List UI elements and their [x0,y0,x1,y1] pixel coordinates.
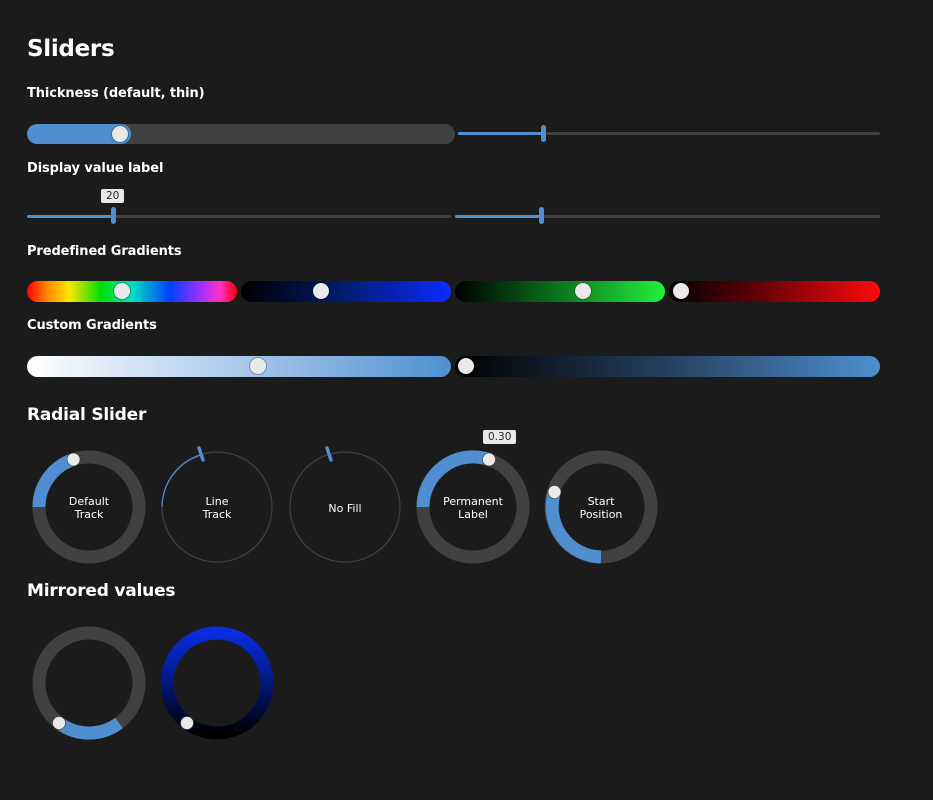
radial-label-default-track: Default Track [68,495,110,521]
radial-thumb[interactable] [180,716,194,730]
radial-fill [55,717,123,740]
radial-thumb[interactable] [482,452,496,467]
radial-track [32,626,146,740]
radial-thumb[interactable] [66,452,81,467]
radial-label-start-position: Start Position [579,495,623,521]
radial-thumb[interactable] [52,716,66,730]
mirrored-radial-slider-2[interactable] [160,626,274,740]
mirrored-radial-slider-1[interactable] [32,626,146,740]
radial-value-label: 0.30 [483,430,517,444]
radial-sliders-canvas [32,446,658,740]
mirrored-values-heading: Mirrored values [27,581,176,601]
radial-gradient-track [160,626,274,740]
radial-thumb[interactable] [325,446,333,462]
radial-label-line-track: Line Track [202,495,232,521]
radial-label-no-fill: No Fill [328,502,362,515]
radial-label-permanent-label: Permanent Label [443,495,503,521]
radial-thumb[interactable] [197,446,205,462]
